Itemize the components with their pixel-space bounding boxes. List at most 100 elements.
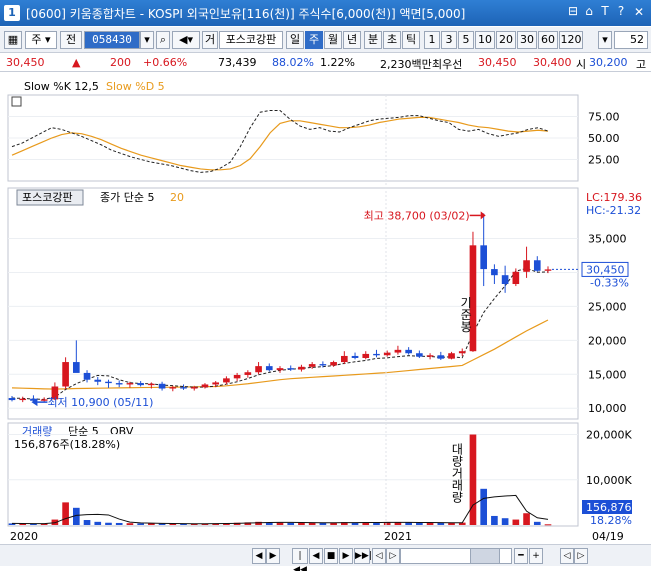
period-month-button[interactable]: 월 bbox=[324, 31, 342, 49]
change-up-icon: ▲ bbox=[72, 56, 81, 69]
play-button[interactable]: ▶ bbox=[339, 548, 353, 564]
home-icon[interactable]: ⌂ bbox=[582, 4, 596, 18]
volume-bar bbox=[298, 522, 305, 525]
volume-bar bbox=[469, 434, 477, 525]
volume-bar bbox=[148, 523, 155, 525]
scroll-thumb[interactable] bbox=[470, 548, 500, 564]
zoom-left-button[interactable]: ◁ bbox=[372, 548, 386, 564]
window-titlebar: 1 [0600] 키움종합차트 - KOSPI 외국인보유[116(천)] 주식… bbox=[0, 0, 651, 26]
current-price-pct: -0.33% bbox=[590, 276, 629, 289]
volume-bar bbox=[94, 521, 102, 525]
candle-body bbox=[340, 355, 348, 363]
sound-glyph: ◀ bbox=[179, 33, 188, 46]
candle-body bbox=[244, 372, 252, 375]
market-select[interactable]: 주 ▾ bbox=[25, 31, 57, 49]
stock-name-field[interactable]: 포스코강판 bbox=[219, 31, 283, 49]
volume-tick-label: 20,000K bbox=[586, 429, 632, 442]
period-second-button[interactable]: 초 bbox=[383, 31, 401, 49]
price-tick-label: 15,000 bbox=[588, 368, 627, 381]
search-icon[interactable]: ⌕ bbox=[156, 31, 170, 49]
window-number-badge: 1 bbox=[4, 5, 20, 21]
interval-3-button[interactable]: 3 bbox=[441, 31, 457, 49]
scroll-left-button[interactable]: ◀ bbox=[252, 548, 266, 564]
prev-button[interactable]: 전 bbox=[60, 31, 82, 49]
stoch-tick-label: 50.00 bbox=[588, 132, 620, 145]
hc-label: HC:-21.32 bbox=[586, 204, 641, 217]
interval-60-button[interactable]: 60 bbox=[538, 31, 558, 49]
volume-ratio: 88.02% bbox=[272, 56, 314, 69]
candle-body bbox=[223, 378, 230, 383]
open-price: 30,200 bbox=[589, 56, 628, 69]
step-back-button[interactable]: ◀ bbox=[309, 548, 323, 564]
volume-bar bbox=[426, 522, 434, 525]
candle-body bbox=[330, 362, 337, 366]
candle-count-input[interactable]: 52 bbox=[614, 31, 648, 49]
trade-volume: 73,439 bbox=[218, 56, 257, 69]
interval-1-button[interactable]: 1 bbox=[424, 31, 440, 49]
candle-body bbox=[265, 366, 273, 371]
stock-code-input[interactable]: 058430 bbox=[84, 31, 140, 49]
stoch-k-label: Slow %K 12,5 bbox=[24, 80, 99, 93]
period-year-button[interactable]: 년 bbox=[343, 31, 361, 49]
sound-icon[interactable]: ◀▾ bbox=[172, 31, 200, 49]
chart-area[interactable]: Slow %K 12,5 Slow %D 5 75.00 50.00 25.00 포… bbox=[0, 73, 651, 544]
scroll-right-button[interactable]: ▶ bbox=[266, 548, 280, 564]
current-volume-tag-label: 156,876 bbox=[586, 501, 632, 514]
stock-name-prefix[interactable]: 거 bbox=[202, 31, 218, 49]
pan-left-button[interactable]: ◁ bbox=[560, 548, 574, 564]
large-volume-label: 대량거래량 bbox=[450, 443, 464, 503]
period-tick-button[interactable]: 틱 bbox=[402, 31, 420, 49]
code-dropdown-icon[interactable]: ▾ bbox=[140, 31, 154, 49]
interval-30-button[interactable]: 30 bbox=[517, 31, 537, 49]
pan-right-button[interactable]: ▷ bbox=[574, 548, 588, 564]
candle-body bbox=[523, 260, 530, 272]
volume-bar bbox=[544, 524, 552, 526]
ma5-label: 종가 단순 5 bbox=[100, 191, 154, 204]
text-icon[interactable]: T bbox=[598, 4, 612, 18]
candle-body bbox=[169, 387, 177, 389]
period-week-button[interactable]: 주 bbox=[305, 31, 323, 49]
volume-bar bbox=[83, 520, 91, 525]
candle-body bbox=[319, 364, 327, 366]
help-icon[interactable]: ? bbox=[614, 4, 628, 18]
interval-120-button[interactable]: 120 bbox=[559, 31, 583, 49]
x-label-2020: 2020 bbox=[10, 530, 38, 543]
volume-ma-label: 단순 5 bbox=[68, 425, 99, 438]
volume-bar bbox=[480, 488, 488, 525]
period-day-button[interactable]: 일 bbox=[286, 31, 304, 49]
candle-body bbox=[512, 271, 520, 285]
interval-5-button[interactable]: 5 bbox=[458, 31, 474, 49]
interval-20-button[interactable]: 20 bbox=[496, 31, 516, 49]
interval-dropdown-icon[interactable]: ▾ bbox=[598, 31, 612, 49]
layout-icon[interactable]: ⊟ bbox=[566, 4, 580, 18]
stoch-menu-icon[interactable] bbox=[11, 96, 22, 107]
ma20-label: 20 bbox=[170, 191, 184, 204]
candle-body bbox=[458, 351, 466, 354]
low-annotation: 최저 10,900 (05/11) bbox=[47, 396, 153, 409]
candle-body bbox=[533, 260, 541, 271]
close-icon[interactable]: ✕ bbox=[631, 4, 647, 20]
rewind-button[interactable]: |◀◀ bbox=[292, 548, 308, 571]
volume-bar bbox=[533, 521, 541, 525]
fast-forward-button[interactable]: ▶▶| bbox=[354, 548, 372, 564]
x-label-2021: 2021 bbox=[384, 530, 412, 543]
zoom-right-button[interactable]: ▷ bbox=[386, 548, 400, 564]
candle-body bbox=[405, 349, 412, 354]
current-price: 30,450 bbox=[6, 56, 45, 69]
window-title: [0600] 키움종합차트 - KOSPI 외국인보유[116(천)] 주식수[… bbox=[26, 6, 466, 21]
candle-body bbox=[308, 364, 316, 367]
price-tick-label: 35,000 bbox=[588, 233, 627, 246]
interval-10-button[interactable]: 10 bbox=[475, 31, 495, 49]
stop-button[interactable]: ■ bbox=[324, 548, 338, 564]
price-tick-label: 20,000 bbox=[588, 334, 627, 347]
x-label-last-date: 04/19 bbox=[592, 530, 624, 543]
zoom-in-button[interactable]: + bbox=[529, 548, 543, 564]
candle-body bbox=[19, 398, 27, 401]
candle-body bbox=[137, 383, 144, 386]
candle-body bbox=[544, 269, 552, 271]
period-minute-button[interactable]: 분 bbox=[364, 31, 382, 49]
candle-body bbox=[83, 372, 91, 380]
market-grid-icon[interactable]: ▦ bbox=[4, 31, 22, 49]
stock-name-tag-label: 포스코강판 bbox=[22, 191, 73, 204]
zoom-out-button[interactable]: ━ bbox=[514, 548, 528, 564]
